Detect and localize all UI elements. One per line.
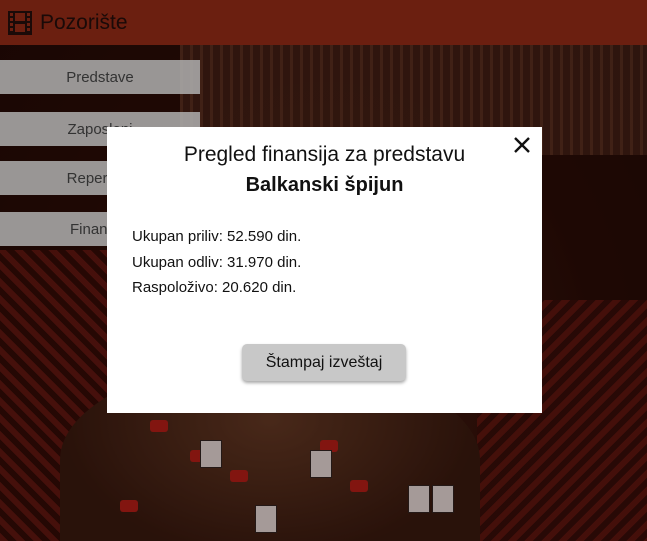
finance-stats: Ukupan priliv: 52.590 din. Ukupan odliv:… [132,228,301,305]
film-strip-icon [7,10,33,36]
print-report-button[interactable]: Štampaj izveštaj [242,344,406,381]
show-name: Balkanski špijun [245,174,404,196]
sidebar-item-predstave[interactable]: Predstave [0,60,200,94]
app-title: Pozorište [40,10,128,34]
modal-title: Pregled finansija za predstavu [183,143,466,166]
finance-overview-modal: Pregled finansija za predstavu Balkanski… [107,127,542,413]
total-expense: Ukupan odliv: 31.970 din. [132,253,302,271]
total-income: Ukupan priliv: 52.590 din. [132,228,302,245]
available-balance: Raspoloživo: 20.620 din. [132,279,297,296]
app-header: Pozorište [0,0,647,45]
